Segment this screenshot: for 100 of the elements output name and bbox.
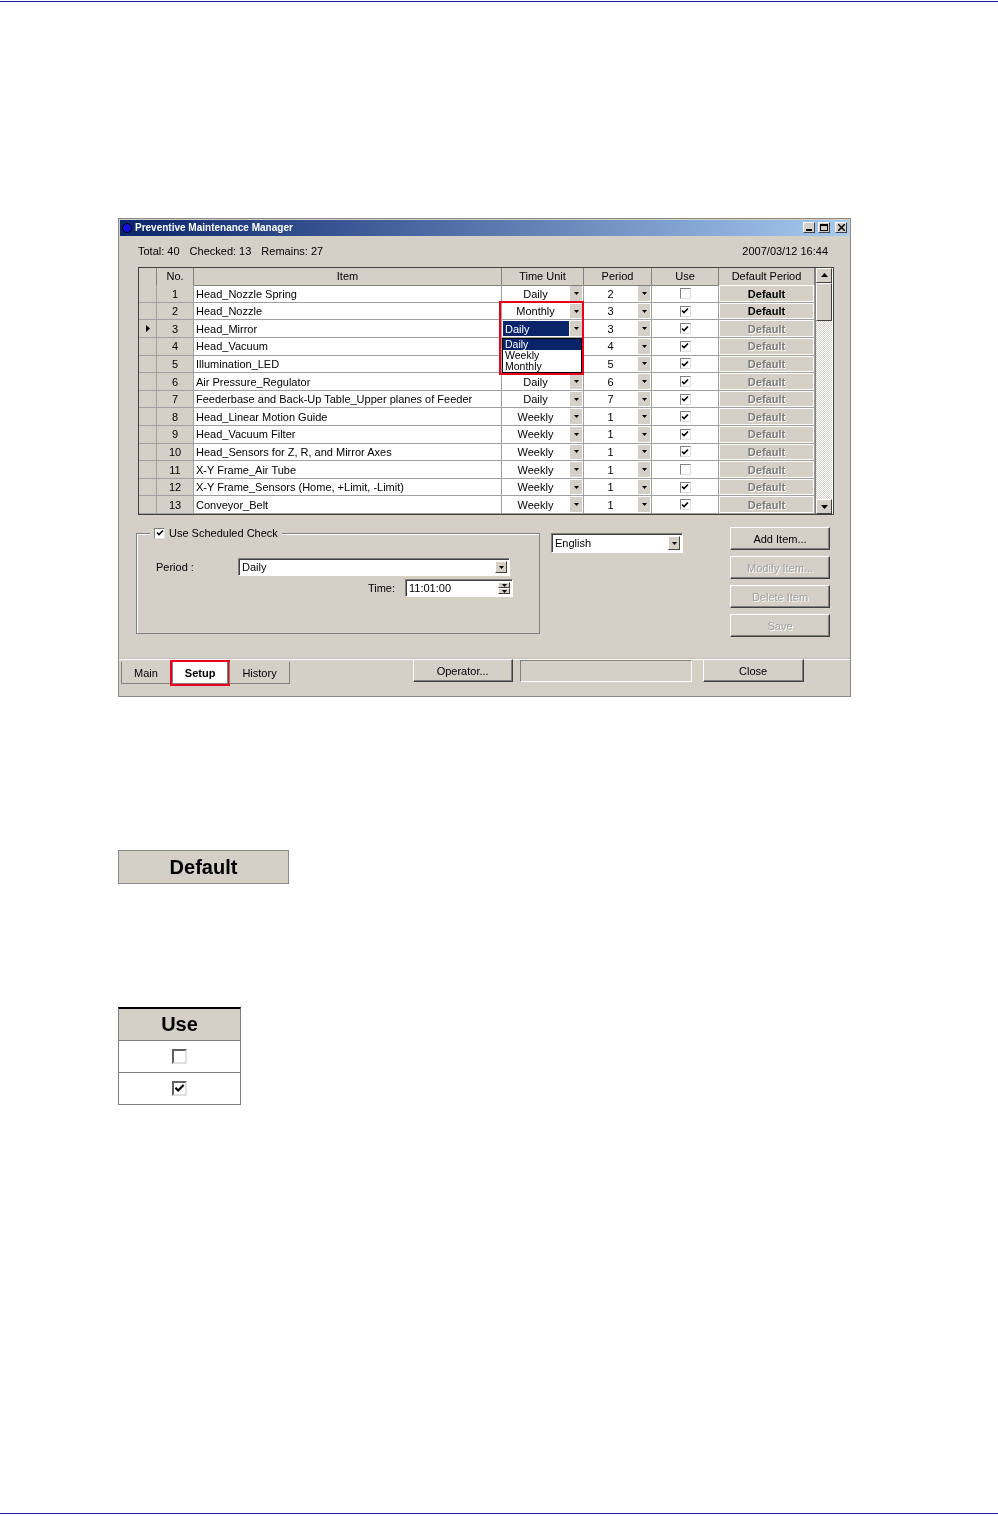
checkbox[interactable] — [172, 1049, 187, 1064]
language-select[interactable]: English — [551, 533, 683, 553]
app-icon — [122, 222, 132, 233]
checkbox[interactable] — [679, 428, 691, 440]
checkbox[interactable] — [172, 1081, 187, 1096]
close-button[interactable] — [835, 222, 847, 234]
caret-icon — [573, 380, 579, 384]
scroll-up-button[interactable] — [816, 267, 832, 283]
checkbox[interactable] — [679, 499, 691, 511]
column-header[interactable]: Item — [194, 267, 502, 286]
period-dropdown[interactable]: 3 — [584, 320, 652, 339]
row-number: 11 — [157, 461, 194, 479]
column-header: Use — [119, 1009, 240, 1041]
caret-icon — [641, 380, 647, 384]
tab[interactable]: Setup — [171, 662, 229, 684]
period-dropdown[interactable]: 1 — [584, 478, 652, 497]
period-dropdown[interactable]: 5 — [584, 355, 652, 374]
minimize-button[interactable] — [803, 222, 815, 234]
time-unit-dropdown[interactable]: Weekly — [502, 478, 584, 497]
caret-icon — [641, 485, 647, 489]
checkbox[interactable] — [679, 411, 691, 423]
caret-icon — [573, 485, 579, 489]
column-header[interactable]: No. — [157, 267, 194, 286]
default-button[interactable]: Default — [720, 286, 813, 301]
time-unit-dropdown[interactable]: Weekly — [502, 496, 584, 514]
table-cell: Feederbase and Back-Up Table_Upper planes of Feeder — [194, 390, 502, 409]
period-dropdown[interactable]: 1 — [584, 408, 652, 427]
checkbox[interactable] — [679, 376, 691, 388]
period-dropdown[interactable]: 1 — [584, 461, 652, 479]
period-dropdown[interactable]: 1 — [584, 426, 652, 444]
period-dropdown[interactable]: 7 — [584, 390, 652, 409]
window-title: Preventive Maintenance Manager — [135, 222, 294, 234]
corner-header — [139, 267, 157, 286]
caret-icon — [641, 432, 647, 436]
row-number: 4 — [157, 338, 194, 356]
time-unit-dropdown[interactable]: Daily — [502, 390, 584, 409]
table-cell: Head_Mirror — [194, 320, 502, 339]
action-button[interactable]: Add Item... — [730, 527, 830, 550]
checkbox[interactable] — [679, 340, 691, 352]
row-number: 3 — [157, 320, 194, 339]
tab[interactable]: History — [229, 662, 290, 684]
dropdown-option[interactable]: Weekly — [503, 350, 581, 362]
table-cell: Head_Sensors for Z, R, and Mirror Axes — [194, 443, 502, 462]
column-header[interactable]: Period — [584, 267, 652, 286]
caret-icon — [641, 292, 647, 296]
time-unit-dropdown[interactable]: Weekly — [502, 426, 584, 444]
table-cell: Head_Vacuum — [194, 338, 502, 356]
time-unit-dropdown[interactable]: Daily — [502, 285, 584, 303]
checkbox[interactable] — [679, 481, 691, 493]
period-dropdown[interactable]: 3 — [584, 302, 652, 321]
time-label: Time: — [367, 582, 395, 594]
time-unit-dropdown[interactable]: Monthly — [502, 302, 584, 321]
table-cell: X-Y Frame_Air Tube — [194, 461, 502, 479]
time-unit-dropdown[interactable]: Weekly — [502, 461, 584, 479]
checkbox[interactable] — [679, 358, 691, 370]
time-unit-dropdown[interactable]: Weekly — [502, 408, 584, 427]
period-dropdown[interactable]: 6 — [584, 373, 652, 391]
table-cell: Head_Nozzle Spring — [194, 285, 502, 303]
checkbox[interactable] — [679, 305, 691, 317]
checkbox[interactable] — [679, 464, 691, 475]
caret-icon — [498, 565, 504, 569]
checkbox[interactable] — [679, 288, 691, 300]
time-field[interactable]: 11:01:00 — [405, 579, 513, 597]
default-button[interactable]: Default — [720, 303, 813, 319]
checkbox-label: Use Scheduled Check — [169, 527, 278, 539]
period-dropdown[interactable]: 1 — [584, 496, 652, 514]
scroll-down-button[interactable] — [816, 499, 832, 514]
remains-count: Remains: 27 — [261, 244, 324, 259]
table-cell: X-Y Frame_Sensors (Home, +Limit, -Limit) — [194, 478, 502, 497]
time-unit-dropdown[interactable]: Weekly — [502, 443, 584, 462]
period-dropdown[interactable]: 2 — [584, 285, 652, 303]
table-cell: Illumination_LED — [194, 355, 502, 374]
default-button[interactable]: Default — [118, 850, 289, 884]
period-label: Period : — [156, 561, 195, 573]
maximize-icon — [820, 224, 828, 232]
scroll-thumb[interactable] — [816, 282, 832, 321]
period-dropdown[interactable]: 1 — [584, 443, 652, 462]
column-header[interactable]: Time Unit — [502, 267, 584, 286]
tab[interactable]: Main — [121, 662, 171, 684]
caret-icon — [641, 362, 647, 366]
maximize-button[interactable] — [818, 222, 830, 234]
period-select[interactable]: Daily — [238, 558, 510, 576]
caret-icon — [641, 309, 647, 313]
dropdown-option[interactable]: Monthly — [503, 361, 581, 373]
column-header[interactable]: Use — [652, 267, 719, 286]
caret-icon — [641, 503, 647, 507]
caret-icon — [573, 432, 579, 436]
row-selector[interactable] — [139, 320, 157, 339]
checkbox[interactable] — [679, 323, 691, 335]
checkbox[interactable] — [154, 527, 165, 539]
checkbox[interactable] — [679, 446, 691, 458]
period-dropdown[interactable]: 4 — [584, 338, 652, 356]
operator-button[interactable]: Operator... — [412, 659, 513, 682]
checkbox[interactable] — [679, 393, 691, 405]
table-cell: Conveyor_Belt — [194, 496, 502, 514]
dropdown-option[interactable]: Daily — [503, 339, 581, 351]
scrollbar[interactable] — [815, 267, 832, 514]
caret-icon — [641, 397, 647, 401]
close-window-button[interactable]: Close — [702, 659, 804, 682]
column-header[interactable]: Default Period — [719, 267, 815, 286]
